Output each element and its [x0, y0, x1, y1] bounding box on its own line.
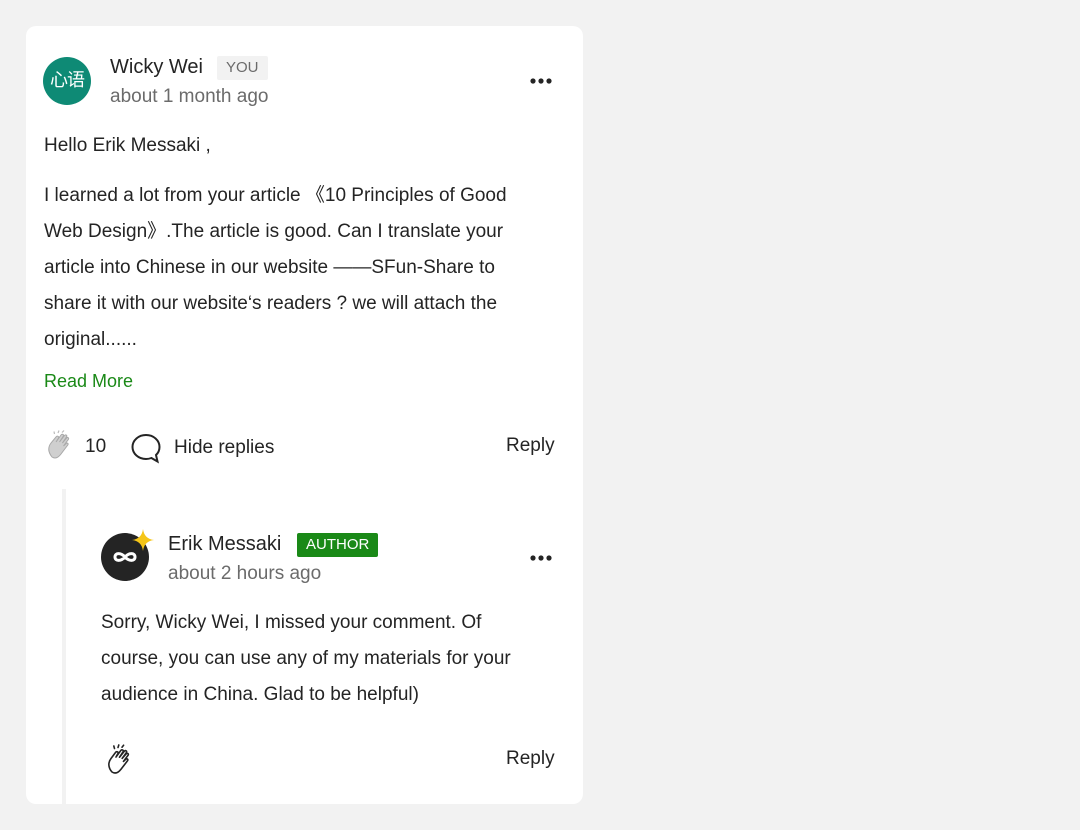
thread-line: [62, 489, 66, 804]
reply-clap-icon[interactable]: [103, 743, 137, 777]
you-badge: YOU: [217, 56, 268, 80]
reply-body: Sorry, Wicky Wei, I missed your comment.…: [101, 605, 571, 713]
comment-body-line: I learned a lot from your article 《10 Pr…: [44, 185, 507, 206]
reply-body-line: course, you can use any of my materials …: [101, 648, 511, 669]
comment-body: I learned a lot from your article 《10 Pr…: [44, 178, 564, 358]
reply-author-name[interactable]: Erik Messaki: [168, 533, 281, 556]
comment-body-line: original......: [44, 329, 137, 350]
reply-timestamp: about 2 hours ago: [168, 563, 322, 584]
comment-body-line: article into Chinese in our website ——SF…: [44, 257, 495, 278]
comment-greeting: Hello Erik Messaki ,: [44, 135, 211, 156]
avatar[interactable]: 心语: [43, 57, 91, 105]
clap-icon[interactable]: [44, 429, 78, 463]
comment-author-name[interactable]: Wicky Wei: [110, 56, 203, 79]
reply-button[interactable]: Reply: [506, 435, 555, 457]
comment-bubble-icon[interactable]: [130, 432, 162, 464]
comment-timestamp: about 1 month ago: [110, 86, 269, 107]
reply-body-line: Sorry, Wicky Wei, I missed your comment.…: [101, 612, 482, 633]
hide-replies-button[interactable]: Hide replies: [174, 437, 274, 459]
comment-card: 心语 Wicky Wei YOU about 1 month ago Hello…: [26, 26, 583, 804]
comment-body-line: Web Design》.The article is good. Can I t…: [44, 221, 504, 242]
comment-body-line: share it with our website‘s readers ? we…: [44, 293, 498, 314]
reply-reply-button[interactable]: Reply: [506, 748, 555, 770]
read-more-link[interactable]: Read More: [44, 371, 133, 392]
reply-body-line: audience in China. Glad to be helpful): [101, 684, 419, 705]
author-badge: AUTHOR: [297, 533, 379, 557]
more-options-icon[interactable]: [528, 71, 554, 91]
star-badge-icon: [132, 529, 154, 551]
reply-more-options-icon[interactable]: [528, 548, 554, 568]
clap-count: 10: [85, 436, 107, 457]
